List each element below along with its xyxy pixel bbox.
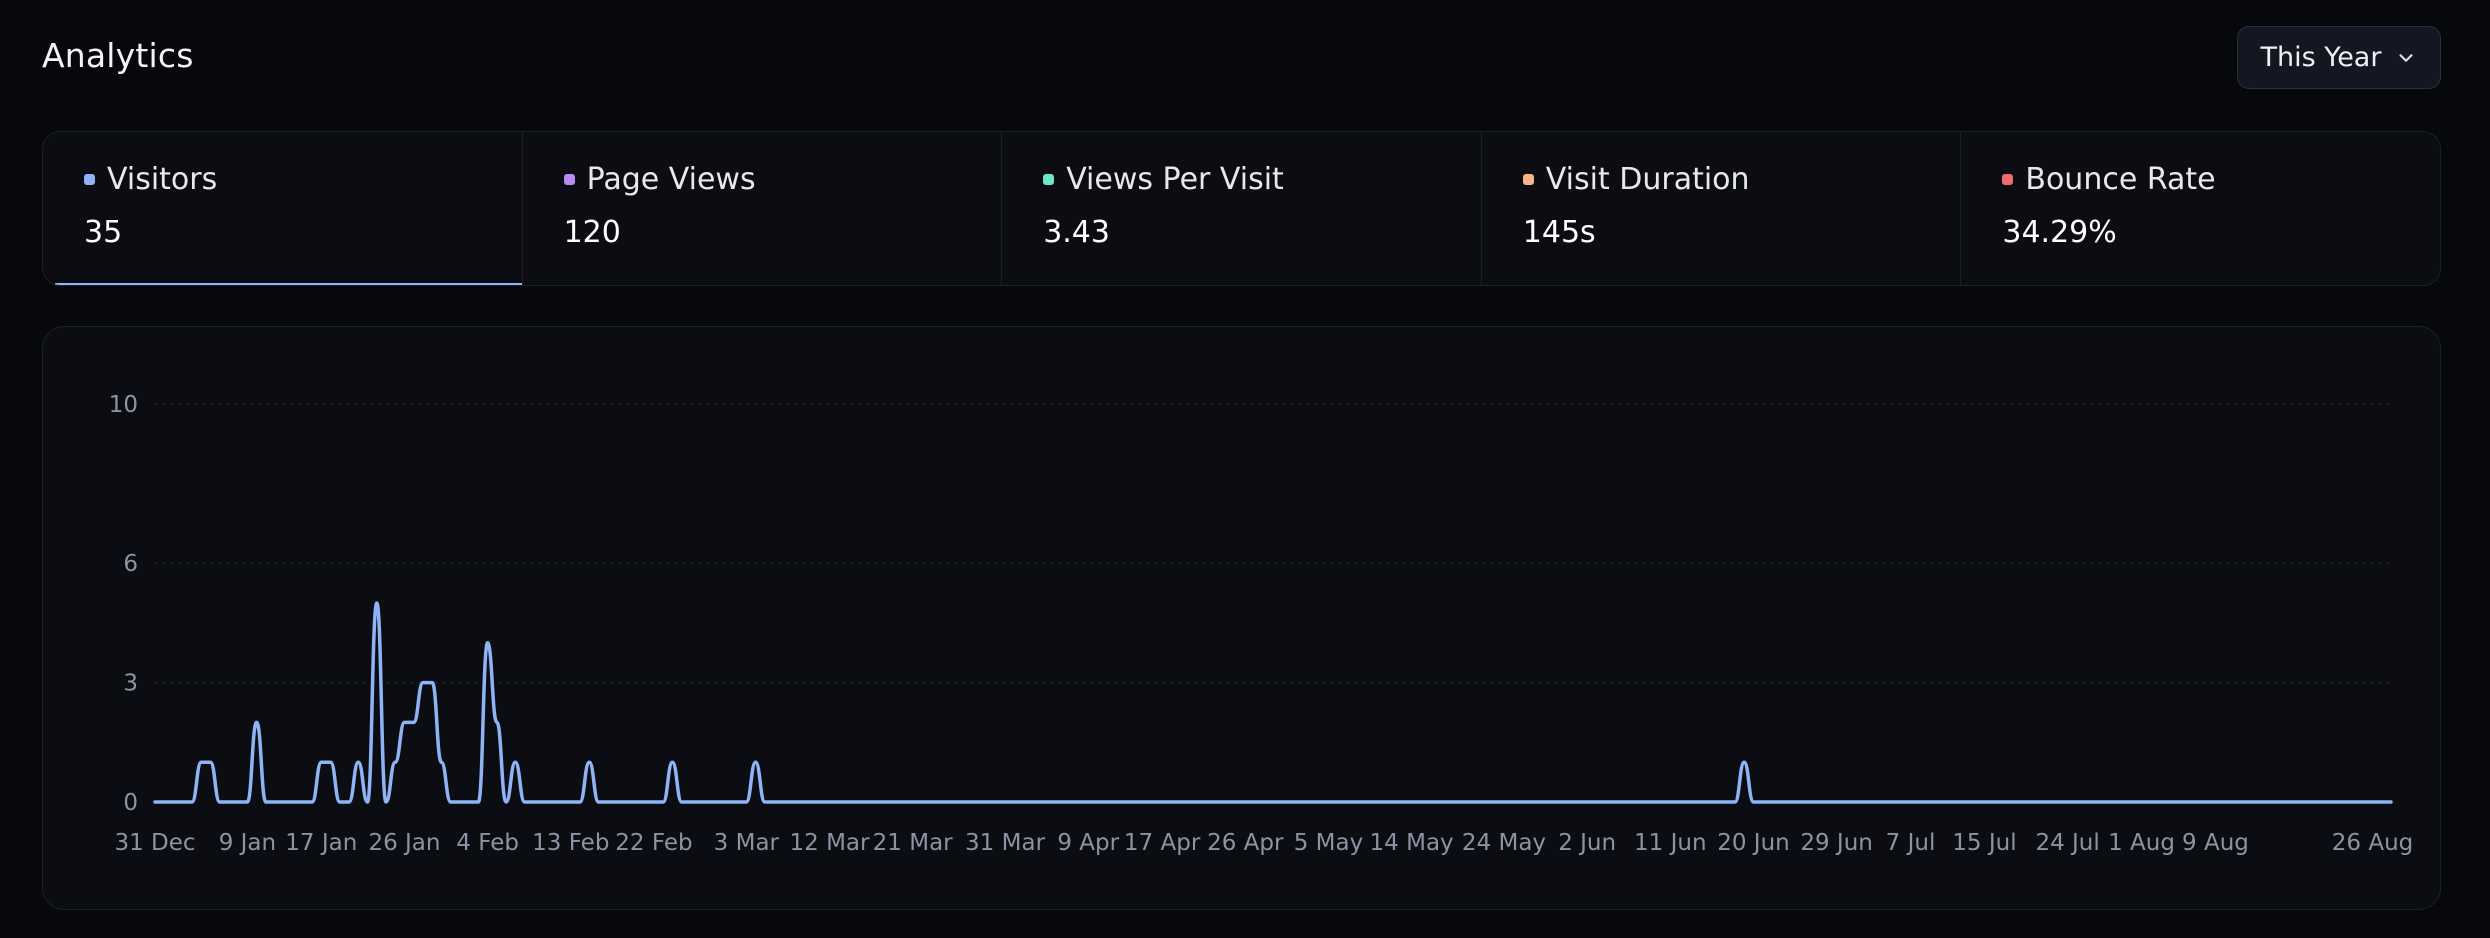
x-tick-label: 3 Mar — [714, 830, 780, 856]
views-per-visit-dot-icon — [1043, 174, 1055, 185]
stat-tab-visit-duration[interactable]: Visit Duration 145s — [1482, 132, 1962, 285]
stat-value: 3.43 — [1043, 215, 1110, 250]
visit-duration-dot-icon — [1522, 174, 1534, 185]
page-title: Analytics — [42, 36, 194, 75]
x-tick-label: 11 Jun — [1634, 830, 1707, 856]
chevron-down-icon — [2399, 53, 2414, 62]
stat-value: 145s — [1522, 215, 1596, 250]
page-views-dot-icon — [563, 174, 575, 185]
x-tick-label: 17 Jan — [285, 830, 357, 856]
y-tick-label: 6 — [123, 551, 138, 577]
stats-tabs: Visitors 35 Page Views 120 Views Per Vis… — [42, 131, 2441, 286]
stat-value: 35 — [84, 215, 123, 250]
stat-tab-bounce-rate[interactable]: Bounce Rate 34.29% — [1961, 132, 2440, 285]
x-tick-label: 9 Aug — [2182, 830, 2249, 856]
x-tick-label: 20 Jun — [1717, 830, 1790, 856]
visitors-line-chart: 0361031 Dec 9 Jan 17 Jan 26 Jan 4 Feb 13 Feb 2… — [109, 392, 2414, 856]
x-tick-label: 17 Apr — [1124, 830, 1201, 856]
series-line — [153, 601, 2393, 804]
stat-value: 34.29% — [2002, 215, 2117, 250]
x-tick-label: 31 Mar — [965, 830, 1046, 856]
x-tick-label: 14 May — [1370, 830, 1454, 856]
stat-label: Visit Duration — [1545, 162, 1750, 197]
x-tick-label: 1 Aug — [2108, 830, 2175, 856]
stat-label: Bounce Rate — [2025, 162, 2216, 197]
stat-value: 120 — [563, 215, 621, 250]
x-tick-label: 12 Mar — [790, 830, 871, 856]
x-tick-label: 24 Jul — [2035, 830, 2099, 856]
x-tick-label: 13 Feb — [532, 830, 609, 856]
x-tick-label: 9 Apr — [1057, 830, 1119, 856]
visitors-chart-card: 0 3 6 10 31 Dec 9 Jan 17 Jan 26 Jan 4 Feb 13 Feb 2… — [42, 326, 2441, 910]
stat-label: Page Views — [586, 162, 756, 197]
x-tick-label: 24 May — [1462, 830, 1546, 856]
stat-tab-views-per-visit[interactable]: Views Per Visit 3.43 — [1002, 132, 1482, 285]
y-tick-label: 0 — [123, 790, 138, 816]
stat-tab-page-views[interactable]: Page Views 120 — [523, 132, 1003, 285]
visitors-dot-icon — [84, 174, 95, 185]
stat-label: Views Per Visit — [1066, 162, 1284, 197]
date-range-select[interactable]: This Year — [2237, 26, 2441, 89]
y-tick-label: 10 — [109, 392, 138, 418]
x-tick-label: 29 Jun — [1800, 830, 1873, 856]
x-tick-label: 21 Mar — [873, 830, 954, 856]
x-tick-label: 22 Feb — [615, 830, 692, 856]
stat-label: Visitors — [107, 162, 218, 197]
x-tick-label: 26 Aug — [2332, 830, 2414, 856]
bounce-rate-dot-icon — [2002, 174, 2014, 185]
x-tick-label: 7 Jul — [1886, 830, 1936, 856]
stat-tab-visitors[interactable]: Visitors 35 — [43, 132, 523, 285]
x-tick-label: 5 May — [1294, 830, 1364, 856]
x-tick-label: 26 Jan — [368, 830, 440, 856]
x-tick-label: 2 Jun — [1558, 830, 1616, 856]
x-tick-label: 9 Jan — [219, 830, 276, 856]
x-tick-label: 4 Feb — [456, 830, 519, 856]
x-tick-label: 15 Jul — [1952, 830, 2016, 856]
y-tick-label: 3 — [123, 671, 138, 697]
x-tick-label: 31 Dec — [114, 830, 195, 856]
x-tick-label: 26 Apr — [1207, 830, 1284, 856]
date-range-label: This Year — [2260, 42, 2382, 73]
